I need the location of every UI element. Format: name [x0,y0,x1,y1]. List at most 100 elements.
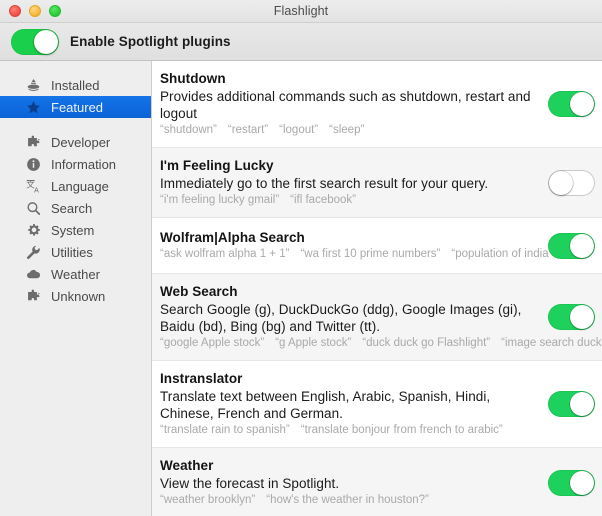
plugin-row[interactable]: Shutdown Provides additional commands suc… [152,61,602,148]
plugin-keyword: “how's the weather in houston?” [266,494,429,506]
plugin-name: I'm Feeling Lucky [160,158,274,173]
sidebar-item-utilities[interactable]: Utilities [0,241,151,263]
toolbar: Enable Spotlight plugins [0,23,602,61]
close-window-button[interactable] [9,5,21,17]
puzzle-piece-icon [25,288,42,305]
plugin-enable-toggle[interactable] [547,391,595,417]
plugin-text-block: Instranslator Translate text between Engl… [160,370,540,438]
plugin-text-block: Web Search Search Google (g), DuckDuckGo … [160,283,602,351]
plugin-keyword: “duck duck go Flashlight” [362,337,491,349]
plugin-text-block: I'm Feeling Lucky Immediately go to the f… [160,157,540,208]
plugin-text-block: Shutdown Provides additional commands suc… [160,70,540,138]
magnifier-icon [25,200,42,217]
plugin-keyword: “weather brooklyn” [160,494,256,506]
sidebar-item-label: Language [51,178,109,194]
plugin-keywords: “translate rain to spanish” “translate bo… [160,423,532,438]
sidebar-item-developer[interactable]: Developer [0,131,151,153]
plugin-keywords: “i'm feeling lucky gmail” “ifl facebook” [160,193,532,208]
plugin-name: Weather [160,458,214,473]
zoom-window-button[interactable] [49,5,61,17]
plugin-keyword: “population of india” [451,248,553,260]
sidebar-item-label: Unknown [51,288,106,304]
install-arrow-icon [25,77,42,94]
plugin-enable-toggle[interactable] [547,91,595,117]
enable-spotlight-plugins-label: Enable Spotlight plugins [70,34,231,49]
sidebar-item-label: Weather [51,266,100,282]
traffic-light-group [0,5,61,17]
plugin-enable-toggle[interactable] [547,169,595,196]
sidebar-item-label: Developer [51,134,111,150]
plugin-text-block: Wolfram|Alpha Search “ask wolfram alpha 1… [160,229,552,262]
sidebar-item-system[interactable]: System [0,219,151,241]
sidebar-item-installed[interactable]: Installed [0,74,151,96]
sidebar[interactable]: Installed Featured Developer Information 文 A L… [0,61,152,516]
plugin-keyword: “ifl facebook” [290,194,356,206]
toggle-knob [569,392,594,416]
plugin-keyword: “ask wolfram alpha 1 + 1” [160,248,290,260]
plugin-keyword: “sleep” [329,124,365,136]
plugin-keyword: “wa first 10 prime numbers” [300,248,441,260]
plugin-keyword: “g Apple stock” [275,337,352,349]
plugin-keywords: “google Apple stock” “g Apple stock” “duck… [160,336,602,351]
plugin-keyword: “google Apple stock” [160,337,265,349]
plugin-description: Provides additional commands such as shu… [160,89,531,121]
puzzle-piece-icon [25,134,42,151]
plugin-description: View the forecast in Spotlight. [160,476,340,491]
sidebar-item-label: Utilities [51,244,93,260]
sidebar-item-search[interactable]: Search [0,197,151,219]
plugin-list[interactable]: Shutdown Provides additional commands suc… [152,61,602,516]
plugin-enable-toggle[interactable] [547,469,595,496]
plugin-row[interactable]: Wolfram|Alpha Search “ask wolfram alpha 1… [152,218,602,274]
plugin-keyword: “translate bonjour from french to arabic… [300,424,503,436]
minimize-window-button[interactable] [29,5,41,17]
plugin-description: Immediately go to the first search resul… [160,176,489,191]
window-body: Installed Featured Developer Information 文 A L… [0,61,602,516]
gear-icon [25,222,42,239]
plugin-toggle-cell [540,169,602,196]
plugin-name: Wolfram|Alpha Search [160,230,305,245]
plugin-keyword: “translate rain to spanish” [160,424,290,436]
wrench-icon [25,244,42,261]
sidebar-item-unknown[interactable]: Unknown [0,285,151,307]
toggle-knob [569,233,594,258]
plugin-toggle-cell [540,391,602,417]
flashlight-window: Flashlight Enable Spotlight plugins Inst… [0,0,602,516]
sidebar-item-information[interactable]: Information [0,153,151,175]
window-title: Flashlight [273,3,329,18]
enable-spotlight-plugins-toggle[interactable] [11,28,59,55]
cloud-icon [25,266,42,283]
plugin-keyword: “restart” [227,124,269,136]
plugin-keyword: “shutdown” [160,124,217,136]
plugin-description: Search Google (g), DuckDuckGo (ddg), Goo… [160,302,522,334]
plugin-keyword: “i'm feeling lucky gmail” [160,194,280,206]
plugin-keywords: “weather brooklyn” “how's the weather in … [160,493,532,508]
plugin-enable-toggle[interactable] [547,304,595,330]
plugin-toggle-cell [540,91,602,117]
plugin-text-block: Weather View the forecast in Spotlight. “w… [160,457,540,508]
toggle-knob [569,470,594,495]
sidebar-item-language[interactable]: 文 A Language [0,175,151,197]
plugin-toggle-cell [540,469,602,496]
sidebar-item-label: Featured [51,99,104,115]
sidebar-item-weather[interactable]: Weather [0,263,151,285]
plugin-keywords: “shutdown” “restart” “logout” “sleep” [160,123,532,138]
plugin-row[interactable]: Web Search Search Google (g), DuckDuckGo … [152,274,602,361]
plugin-row[interactable]: Weather View the forecast in Spotlight. “w… [152,448,602,516]
svg-text:A: A [34,187,39,194]
sidebar-item-label: System [51,222,95,238]
plugin-row[interactable]: Instranslator Translate text between Engl… [152,361,602,448]
plugin-keyword: “image search ducks” [501,337,602,349]
toggle-knob [34,29,58,54]
plugin-toggle-cell [540,232,602,259]
sidebar-item-featured[interactable]: Featured [0,96,151,118]
toggle-knob [569,92,594,116]
star-icon [25,99,42,116]
plugin-keyword: “logout” [279,124,319,136]
plugin-row[interactable]: I'm Feeling Lucky Immediately go to the f… [152,148,602,218]
sidebar-item-label: Information [51,156,117,172]
plugin-enable-toggle[interactable] [547,232,595,259]
toggle-knob [569,305,594,329]
translate-icon: 文A [25,178,42,195]
sidebar-item-label: Installed [51,77,100,93]
plugin-description: Translate text between English, Arabic, … [160,389,491,421]
